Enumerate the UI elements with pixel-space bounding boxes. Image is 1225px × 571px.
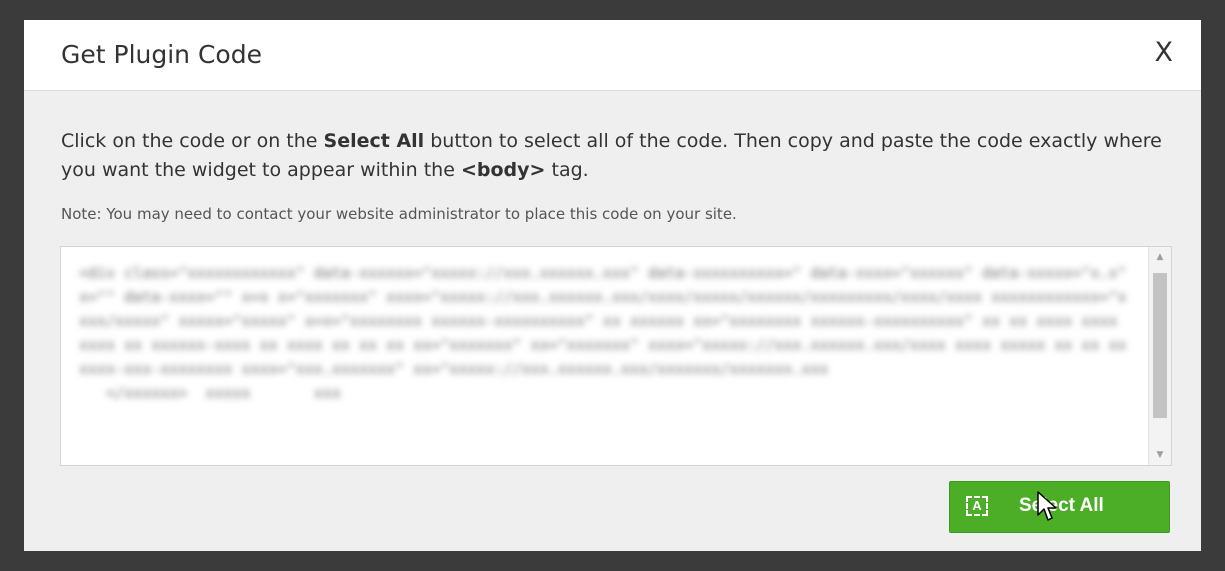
instructions-part3: tag.	[545, 159, 589, 181]
dialog-header: Get Plugin Code X	[24, 20, 1201, 91]
plugin-code-textarea[interactable]: <div class="xxxxxxxxxxxx" data-xxxxxx="x…	[60, 246, 1172, 466]
instructions-select-all-bold: Select All	[323, 130, 425, 152]
select-all-icon: A	[966, 496, 988, 516]
close-button[interactable]: X	[1155, 37, 1174, 68]
scroll-down-arrow-icon[interactable]: ▼	[1149, 445, 1171, 465]
mouse-pointer-icon	[1037, 491, 1057, 521]
select-all-label: Select All	[1019, 495, 1104, 516]
get-plugin-code-dialog: Get Plugin Code X Click on the code or o…	[24, 20, 1201, 551]
scroll-up-arrow-icon[interactable]: ▲	[1149, 247, 1171, 267]
instructions-text: Click on the code or on the Select All b…	[61, 127, 1171, 185]
admin-note: Note: You may need to contact your websi…	[61, 205, 737, 223]
blurred-code-content: <div class="xxxxxxxxxxxx" data-xxxxxx="x…	[79, 264, 1127, 402]
scrollbar-thumb[interactable]	[1153, 273, 1167, 418]
instructions-body-tag-bold: <body>	[460, 159, 546, 181]
instructions-part1: Click on the code or on the	[61, 130, 324, 152]
code-scrollbar[interactable]: ▲ ▼	[1148, 247, 1171, 465]
dialog-title: Get Plugin Code	[61, 40, 262, 69]
